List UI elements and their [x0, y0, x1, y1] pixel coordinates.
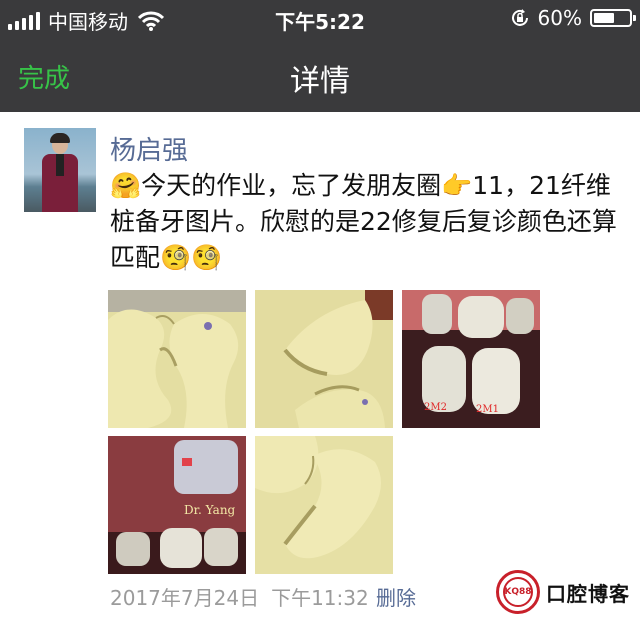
post-time: 下午11:32	[271, 586, 369, 610]
teeth-photo-image: Dr. Yang	[108, 436, 246, 574]
photo-2[interactable]	[255, 290, 393, 428]
teeth-photo-image: 2M2 2M1	[402, 290, 540, 428]
brand-logo-icon: KQ88	[496, 570, 540, 614]
dental-model-image	[255, 436, 393, 574]
moment-post: 杨启强 🤗今天的作业，忘了发朋友圈👉11，21纤维桩备牙图片。欣慰的是22修复后…	[0, 112, 640, 620]
avatar[interactable]	[24, 128, 96, 212]
watermark: KQ88 口腔博客	[492, 566, 640, 618]
post-date: 2017年7月24日	[110, 586, 260, 610]
battery-percent: 60%	[537, 6, 582, 30]
top-bar: 中国移动 下午5:22 60% 完成 详情	[0, 0, 640, 112]
photo-5[interactable]	[255, 436, 393, 574]
logo-text: KQ88	[504, 587, 532, 597]
page-title: 详情	[290, 64, 350, 99]
delete-link[interactable]: 删除	[376, 582, 416, 611]
photo-caption: Dr. Yang	[184, 503, 236, 517]
author-name[interactable]: 杨启强	[110, 130, 188, 167]
shade-label-a: 2M2	[424, 402, 447, 413]
photo-3[interactable]: 2M2 2M1	[402, 290, 540, 428]
dental-model-image	[255, 290, 393, 428]
status-right: 60%	[510, 6, 636, 30]
photo-4[interactable]: Dr. Yang	[108, 436, 246, 574]
battery-fill	[594, 13, 614, 23]
avatar-shirt	[56, 154, 64, 176]
dental-model-image	[108, 290, 246, 428]
avatar-hair	[50, 133, 70, 143]
status-bar: 中国移动 下午5:22 60%	[0, 0, 640, 36]
shade-label-b: 2M1	[476, 404, 499, 415]
nav-bar: 完成 详情	[0, 40, 640, 110]
photo-1[interactable]	[108, 290, 246, 428]
photo-grid: 2M2 2M1 Dr. Yang	[108, 290, 548, 580]
battery-icon	[590, 9, 636, 27]
brand-name: 口腔博客	[546, 581, 630, 606]
post-text: 🤗今天的作业，忘了发朋友圈👉11，21纤维桩备牙图片。欣慰的是22修复后复诊颜色…	[110, 171, 617, 272]
rotation-lock-icon	[511, 9, 528, 26]
post-meta: 2017年7月24日 下午11:32	[110, 582, 369, 611]
